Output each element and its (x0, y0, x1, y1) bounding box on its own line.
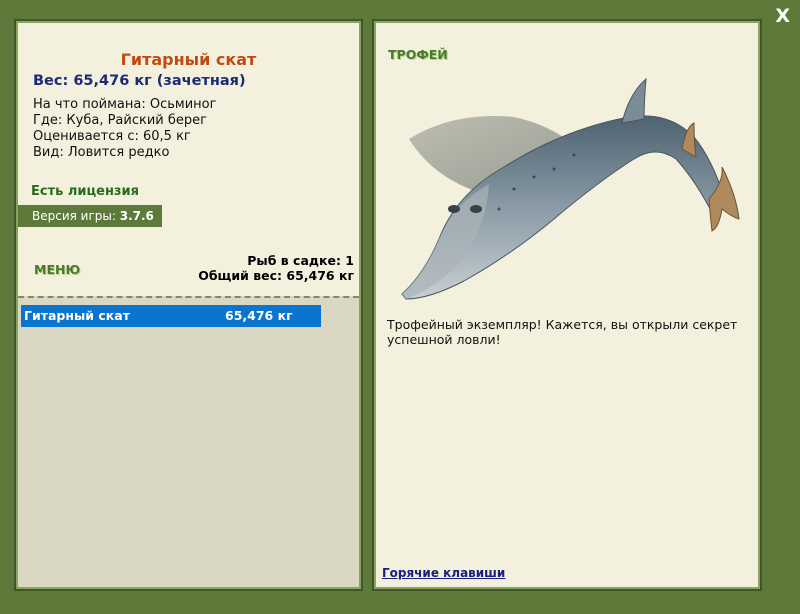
keepnet-count: Рыб в садке: 1 (247, 253, 354, 268)
catch-list: Гитарный скат 65,476 кг (18, 296, 359, 587)
game-version-badge: Версия игры: 3.7.6 (18, 205, 162, 227)
fish-info-panel: Гитарный скат Вес: 65,476 кг (зачетная) … (14, 19, 363, 591)
close-button[interactable]: X (775, 6, 790, 26)
guitarfish-image (401, 77, 740, 300)
keepnet-summary: Рыб в садке: 1 Общий вес: 65,476 кг (198, 253, 354, 283)
version-label: Версия игры: (32, 209, 116, 223)
info-valued-from: Оценивается с: 60,5 кг (33, 129, 191, 144)
catch-weight: 65,476 кг (225, 308, 293, 323)
catch-row[interactable]: Гитарный скат 65,476 кг (21, 305, 321, 327)
hotkeys-link[interactable]: Горячие клавиши (382, 566, 505, 580)
version-value: 3.7.6 (119, 209, 154, 223)
trophy-panel: ТРОФЕЙ Трофейный экземпляр! Кажется, вы … (372, 19, 762, 591)
license-status: Есть лицензия (31, 184, 139, 199)
keepnet-total-weight: Общий вес: 65,476 кг (198, 268, 354, 283)
info-kind: Вид: Ловится редко (33, 145, 170, 160)
info-location: Где: Куба, Райский берег (33, 113, 207, 128)
fish-title: Гитарный скат (120, 50, 257, 69)
fish-weight: Вес: 65,476 кг (зачетная) (33, 73, 246, 89)
trophy-description: Трофейный экземпляр! Кажется, вы открыли… (387, 317, 738, 347)
menu-button[interactable]: МЕНЮ (34, 262, 80, 277)
info-bait: На что поймана: Осьминог (33, 97, 217, 112)
catch-name: Гитарный скат (24, 308, 130, 323)
